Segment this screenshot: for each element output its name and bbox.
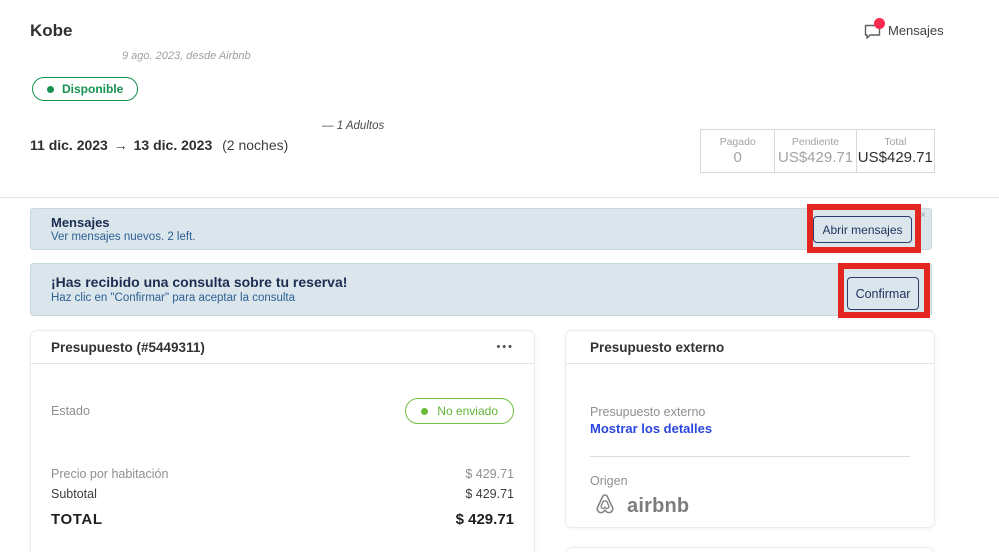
confirm-button[interactable]: Confirmar xyxy=(847,277,919,310)
not-sent-badge-label: No enviado xyxy=(437,404,498,418)
total-label: Total xyxy=(884,136,907,148)
quote-card: Presupuesto (#5449311) ••• Estado No env… xyxy=(30,330,535,552)
table-row: Precio por habitación $ 429.71 xyxy=(51,464,514,484)
status-dot-icon xyxy=(47,85,54,93)
subtotal-value: $ 429.71 xyxy=(465,487,514,501)
inquiry-banner-title: ¡Has recibido una consulta sobre tu rese… xyxy=(51,274,348,290)
status-badge-label: Disponible xyxy=(62,82,124,96)
paid-cell: Pagado 0 xyxy=(701,130,776,172)
quote-card-header: Presupuesto (#5449311) ••• xyxy=(31,331,534,364)
airbnb-belo-icon xyxy=(590,489,620,524)
occupancy-summary: — 1 Adultos xyxy=(322,120,385,132)
paid-value: 0 xyxy=(733,149,742,166)
status-badge: Disponible xyxy=(32,77,139,101)
status-row-label: Estado xyxy=(51,404,90,418)
paid-label: Pagado xyxy=(719,136,756,148)
messages-banner: Mensajes Ver mensajes nuevos. 2 left. Ab… xyxy=(30,208,932,250)
grand-total-row: TOTAL $ 429.71 xyxy=(51,511,514,528)
reservation-page: Kobe Mensajes 9 ago. 2023, desde Airbnb … xyxy=(0,0,999,552)
airbnb-wordmark: airbnb xyxy=(627,495,690,517)
messages-header-label: Mensajes xyxy=(888,23,944,38)
created-date-source: 9 ago. 2023, desde Airbnb xyxy=(122,50,251,62)
date-range: 11 dic. 2023 → 13 dic. 2023 (2 noches) xyxy=(30,137,288,153)
pending-cell: Pendiente US$429.71 xyxy=(775,130,857,172)
external-card-title: Presupuesto externo xyxy=(590,339,725,355)
messages-header-button[interactable]: Mensajes xyxy=(864,18,944,40)
next-card-top-edge xyxy=(565,547,935,552)
ellipsis-menu-icon[interactable]: ••• xyxy=(496,342,514,353)
payment-summary-table: Pagado 0 Pendiente US$429.71 Total US$42… xyxy=(700,129,935,173)
card-divider xyxy=(590,456,910,457)
page-title: Kobe xyxy=(30,21,73,40)
external-quote-label: Presupuesto externo xyxy=(590,405,706,419)
pending-label: Pendiente xyxy=(791,136,840,148)
quote-card-title: Presupuesto (#5449311) xyxy=(51,339,205,355)
external-card-header: Presupuesto externo xyxy=(566,331,934,364)
pending-value: US$429.71 xyxy=(777,149,854,166)
total-cell: Total US$429.71 xyxy=(857,130,934,172)
messages-banner-subtitle: Ver mensajes nuevos. 2 left. xyxy=(51,230,196,243)
quote-card-body: Estado No enviado Precio por habitación … xyxy=(31,398,534,528)
arrow-icon: → xyxy=(113,137,128,153)
external-quote-card: Presupuesto externo Presupuesto externo … xyxy=(565,330,935,528)
open-messages-button[interactable]: Abrir mensajes xyxy=(813,216,912,243)
grand-total-label: TOTAL xyxy=(51,511,103,528)
message-bubble-icon xyxy=(864,18,885,40)
checkin-date: 11 dic. 2023 xyxy=(30,137,108,153)
origin-label: Origen xyxy=(590,474,628,488)
not-sent-dot-icon xyxy=(421,407,429,415)
room-price-value: $ 429.71 xyxy=(465,467,514,481)
subtotal-label: Subtotal xyxy=(51,487,97,501)
table-row: Subtotal $ 429.71 xyxy=(51,484,514,504)
show-details-link[interactable]: Mostrar los detalles xyxy=(590,420,910,437)
grand-total-value: $ 429.71 xyxy=(455,511,514,528)
external-card-body: Presupuesto externo Mostrar los detalles… xyxy=(566,404,934,524)
total-value: US$429.71 xyxy=(857,149,933,166)
price-rows: Precio por habitación $ 429.71 Subtotal … xyxy=(51,464,514,528)
inquiry-banner: ¡Has recibido una consulta sobre tu rese… xyxy=(30,263,932,316)
status-row: Estado No enviado xyxy=(51,398,514,424)
not-sent-badge: No enviado xyxy=(405,398,514,424)
room-price-label: Precio por habitación xyxy=(51,467,169,481)
close-icon[interactable]: × xyxy=(920,210,926,222)
origin-logo: airbnb xyxy=(590,489,910,524)
notification-dot xyxy=(874,18,885,29)
checkout-date: 13 dic. 2023 xyxy=(133,137,213,153)
section-divider xyxy=(0,197,999,198)
messages-banner-title: Mensajes xyxy=(51,214,110,230)
nights-count: (2 noches) xyxy=(222,137,289,153)
inquiry-banner-subtitle: Haz clic en "Confirmar" para aceptar la … xyxy=(51,292,296,304)
